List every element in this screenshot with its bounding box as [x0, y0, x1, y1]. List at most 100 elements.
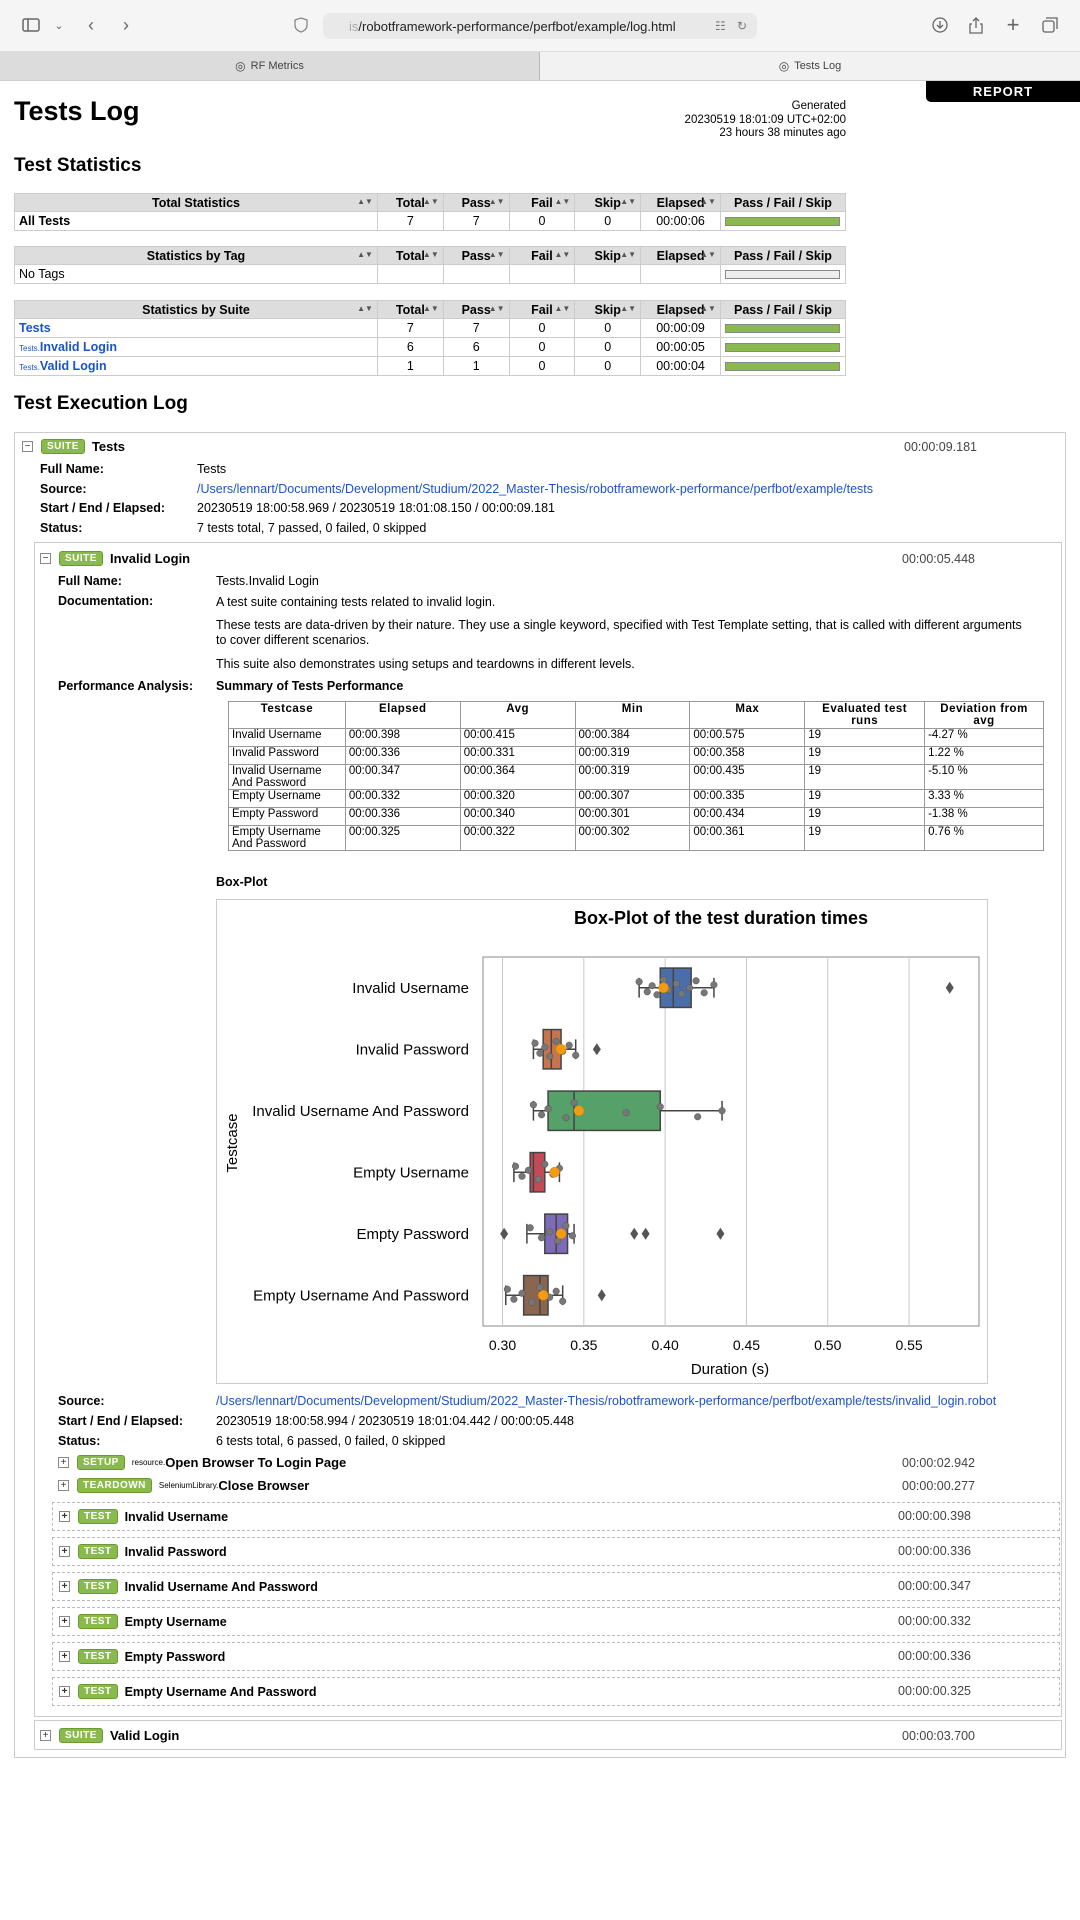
- chevron-down-icon[interactable]: ⌄: [46, 12, 72, 38]
- total-stats-header[interactable]: Total Statistics ▲▼: [14, 193, 378, 212]
- data-point: [672, 980, 681, 988]
- expand-icon[interactable]: +: [59, 1686, 70, 1697]
- total-header[interactable]: Total ▲▼: [376, 300, 444, 319]
- expand-icon[interactable]: +: [59, 1511, 70, 1522]
- data-point: [546, 1228, 554, 1236]
- expand-icon[interactable]: +: [40, 1730, 51, 1741]
- back-icon[interactable]: ‹: [78, 12, 104, 38]
- suite-valid-login-header[interactable]: + SUITE Valid Login: [40, 1728, 179, 1743]
- test-name: Empty Password: [124, 1649, 226, 1664]
- perf-header: Min: [574, 701, 691, 729]
- new-tab-icon[interactable]: +: [1000, 12, 1026, 38]
- perf-cell: 00:00.307: [574, 789, 691, 808]
- elapsed-header[interactable]: Elapsed ▲▼: [640, 193, 721, 212]
- suite-link-invalid-login[interactable]: Tests.Invalid Login: [19, 340, 117, 354]
- suite-link-tests[interactable]: Tests: [19, 321, 51, 335]
- suite-elapsed: 00:00:09.181: [904, 440, 977, 454]
- meta-label: Status:: [40, 521, 83, 535]
- shield-icon[interactable]: [288, 12, 314, 38]
- suite-status: 7 tests total, 7 passed, 0 failed, 0 ski…: [197, 521, 427, 535]
- tag-stats-header[interactable]: Statistics by Tag ▲▼: [14, 246, 378, 265]
- test-name: Empty Username: [124, 1614, 227, 1629]
- pass-header[interactable]: Pass ▲▼: [442, 246, 510, 265]
- expand-icon[interactable]: +: [59, 1546, 70, 1557]
- forward-icon[interactable]: ›: [113, 12, 139, 38]
- tabs-overview-icon[interactable]: [1037, 12, 1063, 38]
- perf-cell: 00:00.319: [574, 746, 691, 765]
- total-header[interactable]: Total ▲▼: [376, 193, 444, 212]
- data-point: [529, 1101, 537, 1109]
- share-icon[interactable]: [963, 12, 989, 38]
- suite-stats-header[interactable]: Statistics by Suite ▲▼: [14, 300, 378, 319]
- suite-full-name: Tests.Invalid Login: [216, 574, 319, 588]
- pfs-header[interactable]: Pass / Fail / Skip: [719, 300, 847, 319]
- fail-header[interactable]: Fail ▲▼: [508, 300, 576, 319]
- elapsed-header[interactable]: Elapsed ▲▼: [640, 300, 721, 319]
- suite-badge: SUITE: [41, 439, 85, 454]
- sort-icon: ▲▼: [488, 304, 505, 313]
- stat-pass: 7: [442, 318, 510, 338]
- tab-label: Tests Log: [794, 60, 842, 72]
- teardown-badge: TEARDOWN: [77, 1478, 152, 1493]
- meta-label: Source:: [58, 1394, 105, 1408]
- collapse-icon[interactable]: −: [40, 553, 51, 564]
- address-bar[interactable]: is/robotframework-performance/perfbot/ex…: [323, 13, 757, 39]
- pass-header[interactable]: Pass ▲▼: [442, 300, 510, 319]
- skip-header[interactable]: Skip ▲▼: [574, 246, 642, 265]
- data-point: [710, 981, 718, 989]
- fail-header[interactable]: Fail ▲▼: [508, 193, 576, 212]
- total-header[interactable]: Total ▲▼: [376, 246, 444, 265]
- stat-elapsed: 00:00:05: [640, 337, 721, 357]
- expand-icon[interactable]: +: [59, 1581, 70, 1592]
- data-point: [559, 1297, 567, 1305]
- sidebar-toggle-icon[interactable]: [18, 12, 44, 38]
- stat-total: 1: [376, 356, 444, 376]
- table-row: Invalid Password 00:00.336 00:00.331 00:00.…: [228, 746, 1044, 765]
- expand-icon[interactable]: +: [58, 1480, 69, 1491]
- sort-icon: ▲▼: [620, 197, 637, 206]
- perf-header: Evaluated test runs: [804, 701, 926, 729]
- download-icon[interactable]: [927, 12, 953, 38]
- setup-keyword-row[interactable]: + SETUP resource. Open Browser To Login P…: [58, 1455, 346, 1470]
- translate-icon[interactable]: ☷: [715, 13, 726, 39]
- fail-header[interactable]: Fail ▲▼: [508, 246, 576, 265]
- suite-doc-line: These tests are data-driven by their nat…: [216, 618, 1022, 632]
- skip-header[interactable]: Skip ▲▼: [574, 193, 642, 212]
- x-axis-label: Duration (s): [691, 1361, 769, 1378]
- suite-invalid-login-header[interactable]: − SUITE Invalid Login: [40, 551, 190, 566]
- mean-marker: [537, 1290, 549, 1301]
- perf-cell: Invalid Username: [228, 728, 346, 747]
- expand-icon[interactable]: +: [59, 1616, 70, 1627]
- suite-source-link[interactable]: /Users/lennart/Documents/Development/Stu…: [197, 482, 873, 496]
- pfs-header[interactable]: Pass / Fail / Skip: [719, 246, 847, 265]
- tab-bar: ◎ RF Metrics ◎ Tests Log: [0, 52, 1080, 81]
- mean-marker: [555, 1044, 567, 1055]
- pfs-header[interactable]: Pass / Fail / Skip: [719, 193, 847, 212]
- x-tick-label: 0.35: [570, 1337, 597, 1353]
- test-elapsed: 00:00:00.398: [898, 1509, 971, 1523]
- suite-link-valid-login[interactable]: Tests.Valid Login: [19, 359, 107, 373]
- expand-icon[interactable]: +: [58, 1457, 69, 1468]
- pass-header[interactable]: Pass ▲▼: [442, 193, 510, 212]
- suite-source-link[interactable]: /Users/lennart/Documents/Development/Stu…: [216, 1394, 996, 1408]
- chart-title: Box-Plot of the test duration times: [574, 908, 868, 928]
- reload-icon[interactable]: ↻: [737, 13, 747, 39]
- teardown-keyword-row[interactable]: + TEARDOWN SeleniumLibrary. Close Browser: [58, 1478, 309, 1493]
- table-row: Invalid Username And Password 00:00.347 00…: [228, 764, 1044, 790]
- suite-tests-header[interactable]: − SUITE Tests: [22, 439, 125, 454]
- perf-header: Testcase: [228, 701, 346, 729]
- y-tick-label: Invalid Password: [356, 1041, 469, 1058]
- collapse-icon[interactable]: −: [22, 441, 33, 452]
- report-button[interactable]: REPORT: [926, 81, 1080, 102]
- suite-elapsed: 00:00:03.700: [902, 1729, 975, 1743]
- tab-tests-log[interactable]: ◎ Tests Log: [540, 52, 1080, 80]
- stat-skip: 0: [574, 211, 642, 231]
- compass-icon: ◎: [235, 59, 246, 73]
- elapsed-header[interactable]: Elapsed ▲▼: [640, 246, 721, 265]
- keyword-name: Open Browser To Login Page: [165, 1455, 347, 1470]
- tab-rf-metrics[interactable]: ◎ RF Metrics: [0, 52, 540, 80]
- skip-header[interactable]: Skip ▲▼: [574, 300, 642, 319]
- keyword-elapsed: 00:00:00.277: [902, 1479, 975, 1493]
- expand-icon[interactable]: +: [59, 1651, 70, 1662]
- table-row: All Tests 7 7 0 0 00:00:06: [14, 211, 847, 231]
